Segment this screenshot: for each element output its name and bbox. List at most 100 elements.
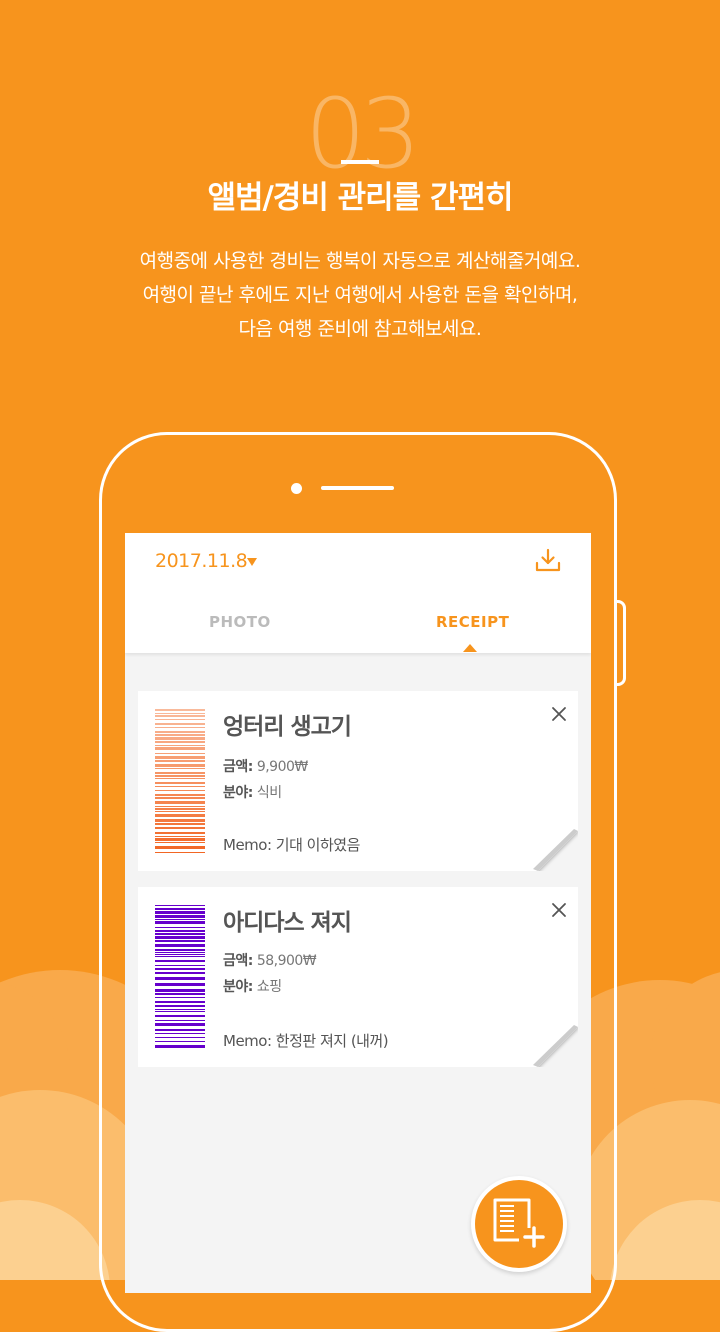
- barcode-bar: [155, 905, 205, 906]
- barcode-bar: [155, 1045, 205, 1048]
- add-receipt-button[interactable]: [471, 1176, 567, 1272]
- amount-value: 9,900₩: [256, 759, 308, 775]
- barcode-bar: [155, 846, 205, 849]
- receipt-amount: 금액: 9,900₩: [223, 756, 308, 776]
- download-icon[interactable]: [535, 547, 561, 573]
- barcode-bar: [155, 747, 205, 750]
- phone-speaker: [321, 486, 394, 490]
- barcode-bar: [155, 836, 205, 837]
- barcode-bar: [155, 1020, 205, 1021]
- barcode-bar: [155, 968, 205, 970]
- tab-receipt[interactable]: RECEIPT: [436, 613, 509, 631]
- barcode-bar: [155, 1033, 205, 1034]
- app-bar: 2017.11.8 PHOTO RECEIPT: [125, 533, 591, 653]
- barcode-bar: [155, 1023, 205, 1026]
- barcode-bar: [155, 919, 205, 920]
- barcode-bar: [155, 936, 205, 939]
- barcode-bar: [155, 921, 205, 924]
- barcode-bar: [155, 944, 205, 947]
- barcode-bar: [155, 911, 205, 914]
- memo-label: Memo:: [223, 836, 272, 854]
- barcode-bar: [155, 731, 205, 733]
- phone-camera: [291, 483, 302, 494]
- close-icon[interactable]: [550, 705, 568, 723]
- barcode-bar: [155, 790, 205, 791]
- barcode-bar: [155, 965, 205, 966]
- barcode-bar: [155, 719, 205, 720]
- receipt-title: 엉터리 생고기: [223, 714, 352, 740]
- barcode-bar: [155, 940, 205, 942]
- receipt-category: 분야: 쇼핑: [223, 976, 282, 996]
- barcode-bar: [155, 960, 205, 962]
- barcode-bar: [155, 842, 205, 843]
- receipt-card[interactable]: 엉터리 생고기 금액: 9,900₩ 분야: 식비 Memo: 기대 이하였음: [138, 691, 578, 871]
- barcode-bar: [155, 952, 205, 953]
- receipt-memo: Memo: 한정판 져지 (내꺼): [223, 1030, 389, 1051]
- barcode-bar: [155, 915, 205, 918]
- category-label: 분야:: [223, 979, 253, 995]
- barcode-bar: [155, 983, 205, 986]
- barcode-bar: [155, 977, 205, 980]
- barcode-bar: [155, 778, 205, 779]
- category-value: 쇼핑: [256, 979, 282, 995]
- barcode-bar: [155, 1029, 205, 1031]
- barcode-bar: [155, 709, 205, 711]
- receipt-amount: 금액: 58,900₩: [223, 950, 317, 970]
- barcode-bar: [155, 1011, 205, 1012]
- receipt-card[interactable]: 아디다스 져지 금액: 58,900₩ 분야: 쇼핑 Memo: 한정판 져지 …: [138, 887, 578, 1067]
- barcode-bar: [155, 827, 205, 829]
- barcode-bar: [155, 1041, 205, 1042]
- barcode-bar: [155, 838, 205, 841]
- barcode-bar: [155, 715, 205, 717]
- barcode-bar: [155, 782, 205, 784]
- barcode-bar: [155, 768, 205, 769]
- barcode-bar: [155, 972, 205, 974]
- barcode-bar: [155, 927, 205, 928]
- caret-down-icon: [247, 558, 257, 566]
- barcode-bar: [155, 933, 205, 935]
- barcode-bar: [155, 760, 205, 762]
- step-number: 03: [304, 78, 421, 190]
- memo-label: Memo:: [223, 1032, 272, 1050]
- barcode-bar: [155, 756, 205, 759]
- category-label: 분야:: [223, 785, 253, 801]
- close-icon[interactable]: [550, 901, 568, 919]
- barcode-bar: [155, 797, 205, 799]
- barcode-bar: [155, 1037, 205, 1038]
- barcode-bar: [155, 713, 205, 714]
- barcode-bar: [155, 832, 205, 834]
- barcode-bar: [155, 794, 205, 796]
- barcode-bar: [155, 930, 205, 932]
- tab-photo[interactable]: PHOTO: [209, 613, 271, 631]
- barcode-bar: [155, 989, 205, 992]
- barcode-bar: [155, 852, 205, 853]
- barcode-bar: [155, 801, 205, 804]
- barcode-bar: [155, 727, 205, 728]
- memo-value: 기대 이하였음: [275, 836, 361, 854]
- barcode-bar: [155, 954, 205, 955]
- date-label: 2017.11.8: [155, 550, 248, 572]
- barcode-bar: [155, 734, 205, 736]
- barcode-bar: [155, 997, 205, 998]
- barcode-bar: [155, 737, 205, 740]
- barcode-graphic: [155, 905, 205, 1048]
- add-receipt-icon: [493, 1198, 545, 1248]
- barcode-bar: [155, 764, 205, 767]
- description-line: 다음 여행 준비에 참고해보세요.: [238, 318, 482, 340]
- amount-label: 금액:: [223, 759, 253, 775]
- barcode-bar: [155, 772, 205, 774]
- step-underline: [341, 160, 379, 164]
- barcode-bar: [155, 741, 205, 743]
- barcode-bar: [155, 753, 205, 754]
- amount-value: 58,900₩: [256, 953, 317, 969]
- barcode-bar: [155, 956, 205, 957]
- barcode-bar: [155, 823, 205, 825]
- phone-side-button: [616, 600, 626, 686]
- barcode-bar: [155, 811, 205, 812]
- category-value: 식비: [256, 785, 282, 801]
- barcode-bar: [155, 949, 205, 951]
- description-line: 여행중에 사용한 경비는 행북이 자동으로 계산해줄거예요.: [139, 250, 581, 272]
- page-description: 여행중에 사용한 경비는 행북이 자동으로 계산해줄거예요. 여행이 끝난 후에…: [0, 244, 720, 346]
- barcode-bar: [155, 786, 205, 787]
- barcode-bar: [155, 814, 205, 817]
